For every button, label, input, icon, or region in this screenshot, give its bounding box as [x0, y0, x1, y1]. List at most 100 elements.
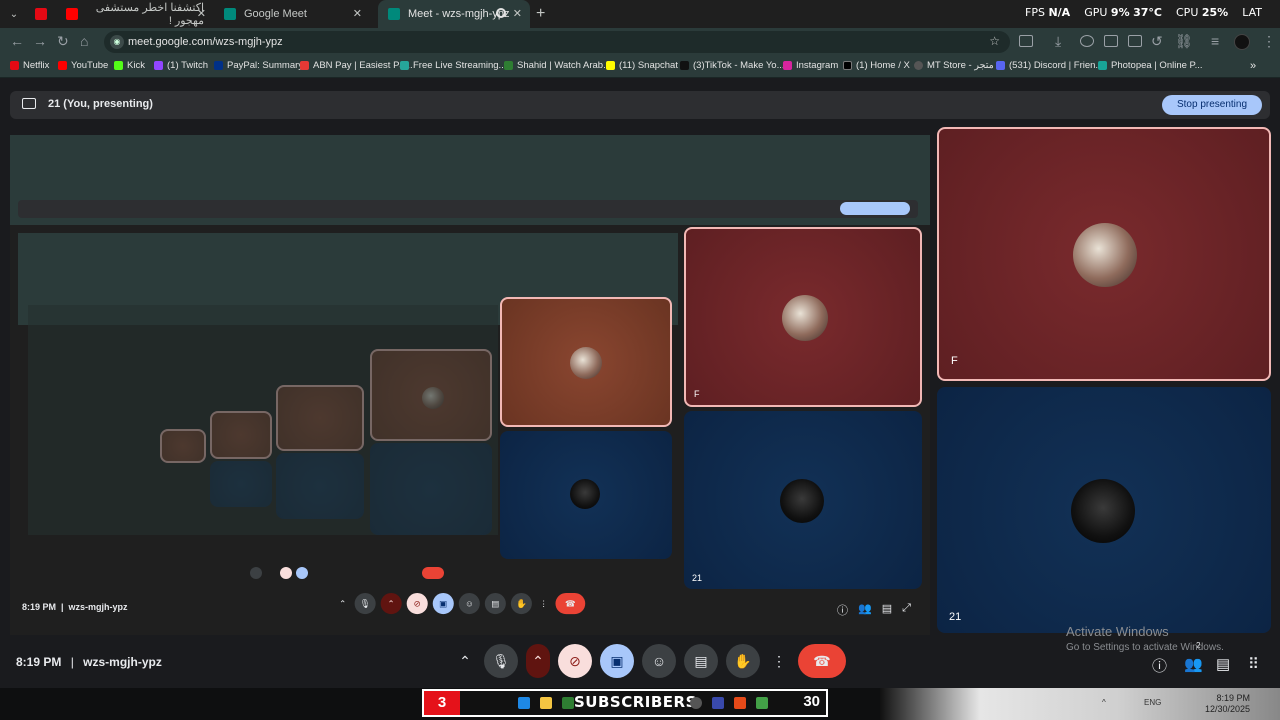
video-options-chevron-icon[interactable]: ⌃ [526, 644, 550, 678]
tab-youtube-video[interactable]: اكتشفنا اخطر مستشفى مهجور ! ✕ [56, 0, 214, 28]
bookmark-paypal[interactable]: PayPal: Summary [214, 60, 303, 71]
bookmark-instagram[interactable]: Instagram [783, 60, 838, 71]
bookmark-label: MT Store - متجر [927, 60, 994, 71]
call-controls: ⌃ 🎙 ⌃ ⊘ ▣ ☺ ▤ ✋ ⋮ ☎ [454, 644, 854, 678]
tab-search-button[interactable]: ⌄ [4, 4, 24, 24]
participant-name: F [951, 355, 958, 367]
shahid-icon [504, 61, 513, 70]
raise-hand-icon[interactable]: ✋ [726, 644, 760, 678]
activate-windows-subtitle: Go to Settings to activate Windows. [1066, 642, 1224, 653]
camera-off-icon: ⊘ [406, 593, 428, 615]
mic-icon[interactable]: 🎙 [484, 644, 518, 678]
bookmark-x[interactable]: (1) Home / X [843, 60, 910, 71]
download-icon[interactable]: ⤓ [1055, 33, 1061, 50]
bookmark-label: Free Live Streaming... [413, 60, 507, 71]
extension-icon[interactable] [1080, 35, 1094, 47]
emoji-reaction-icon[interactable]: ☺ [642, 644, 676, 678]
language-indicator[interactable]: ENG [1144, 698, 1161, 707]
present-icon: ▣ [432, 593, 454, 615]
chat-icon[interactable]: ▤ [1216, 655, 1230, 673]
bookmark-photopea[interactable]: Photopea | Online P... [1098, 60, 1203, 71]
media-control-icon[interactable]: ≡ [1211, 33, 1219, 49]
tray-chevron-icon[interactable]: ^ [1102, 698, 1106, 707]
bookmark-youtube[interactable]: YouTube [58, 60, 108, 71]
new-tab-button[interactable]: + [536, 5, 545, 23]
translate-icon[interactable] [1104, 35, 1118, 47]
close-tab-icon[interactable]: ✕ [513, 7, 522, 20]
mirror-right-controls: ⓘ 👥 ▤ ⤢ [837, 602, 911, 618]
participant-avatar [1073, 223, 1137, 287]
bookmark-label: (1) Twitch [167, 60, 209, 71]
more-options-icon[interactable]: ⋮ [768, 644, 790, 678]
youtube-icon [66, 8, 78, 20]
gpu-value: 9% [1110, 6, 1130, 19]
history-icon[interactable]: ↺ [1151, 33, 1163, 50]
recording-icon [496, 8, 506, 18]
participant-tile-21[interactable]: 21 [937, 387, 1271, 633]
info-icon: ⓘ [837, 605, 848, 617]
bookmark-star-icon[interactable]: ☆ [989, 34, 1000, 48]
lat-label: LAT [1242, 6, 1262, 19]
payments-icon[interactable] [1128, 35, 1142, 47]
mirror-tile-level-2-blue [500, 431, 672, 559]
audio-options-chevron-icon[interactable]: ⌃ [454, 644, 476, 678]
participant-avatar [1071, 479, 1135, 543]
stop-presenting-button[interactable]: Stop presenting [1162, 95, 1262, 115]
time-text: 8:19 PM [22, 602, 57, 612]
bookmark-discord[interactable]: (531) Discord | Frien... [996, 60, 1103, 71]
subscriber-goal: 30 [803, 693, 820, 710]
captions-icon[interactable]: ▤ [684, 644, 718, 678]
people-icon[interactable]: 👥 [1184, 655, 1203, 673]
bookmark-snapchat[interactable]: (11) Snapchat [606, 60, 678, 71]
shared-screen-mirror: F 21 [10, 135, 930, 635]
instagram-icon [783, 61, 792, 70]
link-icon[interactable]: ⛓ [1175, 33, 1193, 50]
browser-tab-strip: ⌄ اكتشفنا اخطر مستشفى مهجور ! ✕ Google M… [0, 0, 1280, 28]
bookmark-tiktok[interactable]: (3)TikTok - Make Yo... [680, 60, 785, 71]
participant-tile-f[interactable]: F [937, 127, 1271, 381]
forward-icon[interactable]: → [33, 33, 47, 49]
mirror-tile-21: 21 [684, 411, 922, 589]
participant-name: 21 [692, 573, 703, 583]
reload-icon[interactable]: ↻ [57, 33, 69, 50]
bookmark-netflix[interactable]: Netflix [10, 60, 49, 71]
profile-avatar[interactable] [1234, 34, 1250, 50]
close-tab-icon[interactable]: ✕ [353, 7, 362, 20]
paypal-icon [214, 61, 223, 70]
system-clock[interactable]: 8:19 PM 12/30/2025 [1205, 693, 1250, 715]
address-bar[interactable]: ◉ meet.google.com/wzs-mgjh-ypz ☆ [104, 31, 1010, 53]
bookmark-streaming[interactable]: Free Live Streaming... [400, 60, 506, 71]
bookmark-label: PayPal: Summary [227, 60, 304, 71]
site-info-icon[interactable]: ◉ [110, 35, 124, 49]
chevron-up-icon: ⌃ [380, 593, 402, 615]
bookmark-abn[interactable]: ABN Pay | Easiest Pa... [300, 60, 413, 71]
more-bookmarks-icon[interactable]: » [1250, 60, 1256, 72]
pinned-tab[interactable] [30, 0, 52, 28]
close-tab-icon[interactable]: ✕ [197, 7, 206, 20]
taskbar-app-icon [734, 697, 746, 709]
bookmark-shahid[interactable]: Shahid | Watch Arab... [504, 60, 611, 71]
participant-avatar [570, 347, 602, 379]
extensions-icon[interactable] [1019, 35, 1033, 47]
system-time: 8:19 PM [1216, 693, 1250, 703]
end-call-button[interactable]: ☎ [798, 644, 846, 678]
activities-icon[interactable]: ⠿ [1248, 655, 1259, 673]
presenting-bar: 21 (You, presenting) Stop presenting [10, 91, 1270, 119]
back-icon[interactable]: ← [10, 33, 24, 49]
tab-google-meet[interactable]: Google Meet ✕ [214, 0, 370, 28]
cpu-label: CPU [1176, 6, 1199, 19]
bookmark-twitch[interactable]: (1) Twitch [154, 60, 208, 71]
bookmark-kick[interactable]: Kick [114, 60, 145, 71]
windows-start-icon [518, 697, 530, 709]
present-screen-button[interactable]: ▣ [600, 644, 634, 678]
camera-off-icon[interactable]: ⊘ [558, 644, 592, 678]
bookmark-label: (531) Discord | Frien... [1009, 60, 1104, 71]
chevron-up-icon: ⌃ [339, 598, 347, 609]
home-icon[interactable]: ⌂ [80, 33, 88, 49]
tab-meet-active[interactable]: Meet - wzs-mgjh-ypz ✕ [378, 0, 530, 28]
bookmark-label: ABN Pay | Easiest Pa... [313, 60, 413, 71]
bookmark-mtstore[interactable]: MT Store - متجر [914, 60, 994, 71]
participant-avatar [780, 479, 824, 523]
browser-menu-icon[interactable]: ⋮ [1262, 33, 1276, 50]
meeting-info-icon[interactable]: ⓘ [1152, 655, 1167, 676]
